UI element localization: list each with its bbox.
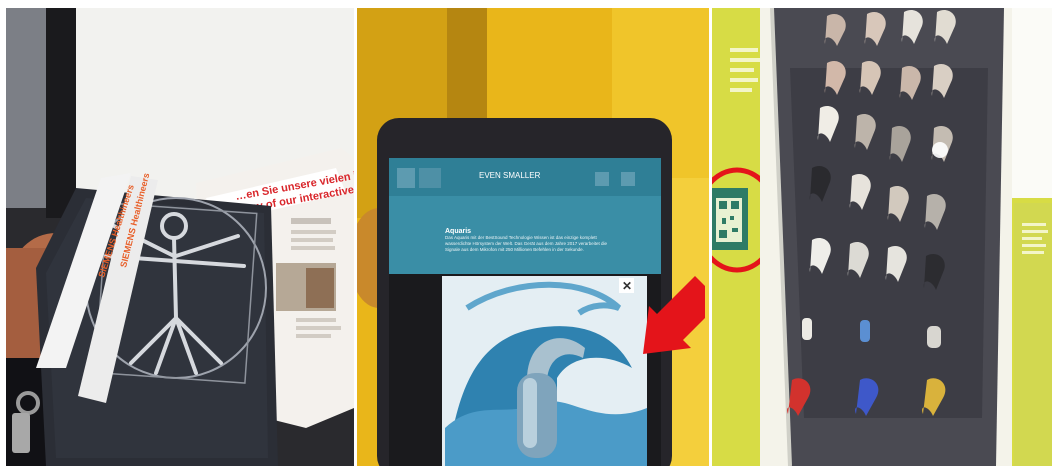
photo-collage: …en Sie unsere vielen inte… …any of our … — [0, 0, 1057, 474]
photo-panel-display-case — [712, 8, 1052, 466]
red-arrow — [643, 276, 705, 354]
panel-3-scene — [712, 8, 1052, 466]
panel-1-scene: …en Sie unsere vielen inte… …any of our … — [6, 8, 354, 466]
photo-panel-tablet-lanyard: …en Sie unsere vielen inte… …any of our … — [6, 8, 354, 466]
photo-panel-tablet-app: EVEN SMALLER ✕ Aquaris Das Aquaris mit d… — [357, 8, 709, 466]
qr-code[interactable] — [712, 188, 748, 250]
